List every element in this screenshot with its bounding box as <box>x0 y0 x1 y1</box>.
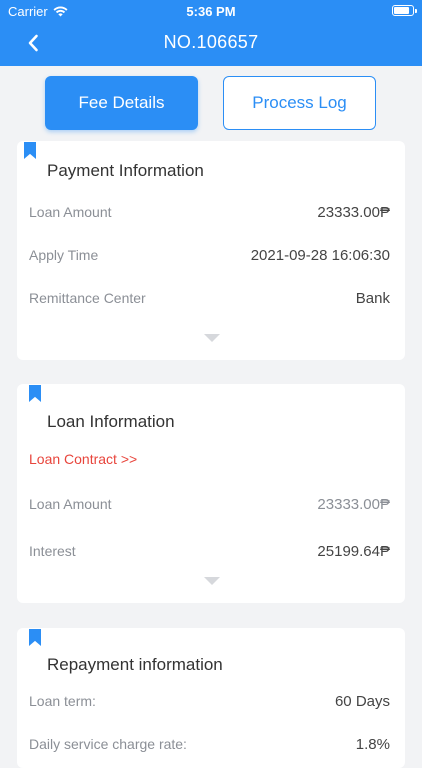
row-value: Bank <box>355 290 390 307</box>
app-header: Carrier 5:36 PM NO.106657 <box>0 0 422 66</box>
loan-information-title: Loan Information <box>47 412 175 431</box>
bookmark-icon <box>29 385 41 402</box>
loan-information-card: Loan Information Loan Contract >> Loan A… <box>17 384 405 603</box>
battery-icon <box>392 5 417 16</box>
payment-loan-amount-row: Loan Amount 23333.00₱ <box>29 204 390 224</box>
row-value: 23333.00₱ <box>317 496 390 513</box>
expand-arrow-icon[interactable] <box>204 334 220 342</box>
repayment-loan-term-row: Loan term: 60 Days <box>29 693 390 713</box>
row-label: Loan Amount <box>29 204 112 220</box>
status-time: 5:36 PM <box>186 4 236 19</box>
loan-contract-link[interactable]: Loan Contract >> <box>29 451 137 467</box>
loan-interest-row: Interest 25199.64₱ <box>29 543 390 563</box>
payment-remittance-center-row: Remittance Center Bank <box>29 290 390 310</box>
tab-fee-details[interactable]: Fee Details <box>45 76 198 130</box>
repayment-daily-rate-row: Daily service charge rate: 1.8% <box>29 736 390 756</box>
row-label: Interest <box>29 543 76 559</box>
payment-information-title: Payment Information <box>47 161 204 180</box>
payment-information-card: Payment Information Loan Amount 23333.00… <box>17 141 405 360</box>
page-title: NO.106657 <box>163 32 259 52</box>
row-label: Loan term: <box>29 693 96 709</box>
tab-process-log[interactable]: Process Log <box>223 76 376 130</box>
row-label: Remittance Center <box>29 290 146 306</box>
row-label: Loan Amount <box>29 496 112 512</box>
row-value: 23333.00₱ <box>317 204 390 221</box>
expand-arrow-icon[interactable] <box>204 577 220 585</box>
row-value: 60 Days <box>334 693 390 710</box>
repayment-information-card: Repayment information Loan term: 60 Days… <box>17 628 405 768</box>
loan-amount-row: Loan Amount 23333.00₱ <box>29 496 390 516</box>
repayment-information-title: Repayment information <box>47 655 223 674</box>
bookmark-icon <box>29 629 41 646</box>
row-value: 1.8% <box>355 736 390 753</box>
status-bar: Carrier 5:36 PM <box>0 0 422 22</box>
payment-apply-time-row: Apply Time 2021-09-28 16:06:30 <box>29 247 390 267</box>
row-label: Apply Time <box>29 247 99 263</box>
row-value: 2021-09-28 16:06:30 <box>250 247 390 264</box>
bookmark-icon <box>24 142 36 159</box>
row-value: 25199.64₱ <box>317 543 390 560</box>
